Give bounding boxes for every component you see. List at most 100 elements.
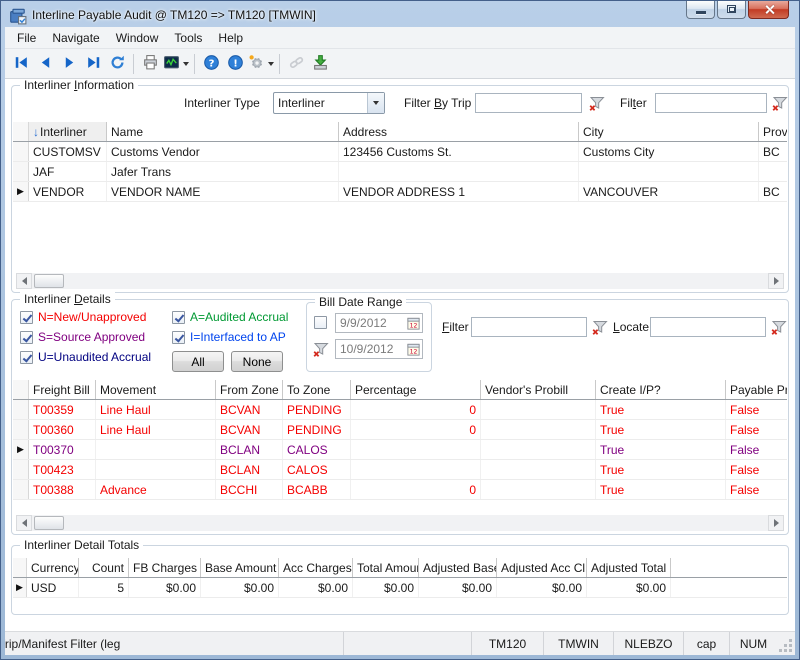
column-header-adjusted-base[interactable]: Adjusted Base (419, 558, 497, 577)
info-filter-input[interactable] (655, 93, 767, 113)
first-record-button[interactable] (9, 52, 33, 76)
column-header-to-zone[interactable]: To Zone (283, 380, 351, 399)
cell: T00359 (29, 400, 96, 419)
scroll-thumb[interactable] (34, 274, 64, 288)
column-header-currency[interactable]: Currency (27, 558, 79, 577)
refresh-button[interactable] (105, 52, 129, 76)
dropdown-caret-icon[interactable] (268, 62, 274, 66)
table-row[interactable]: JAFJafer Trans (13, 162, 787, 182)
details-filter-funnel-icon[interactable] (591, 319, 610, 336)
menu-window[interactable]: Window (108, 29, 167, 47)
column-header-movement[interactable]: Movement (96, 380, 216, 399)
column-header-vendor-s-probill[interactable]: Vendor's Probill (481, 380, 596, 399)
bill-date-to-field[interactable]: 10/9/2012 12 (335, 339, 423, 359)
monitor-button[interactable] (162, 52, 190, 76)
table-row[interactable]: ▶USD5$0.00$0.00$0.00$0.00$0.00$0.00$0.00 (13, 578, 787, 598)
bill-date-from-field[interactable]: 9/9/2012 12 (335, 313, 423, 333)
menu-file[interactable]: File (9, 29, 44, 47)
about-button[interactable]: ! (223, 52, 247, 76)
column-header-acc-charges[interactable]: Acc Charges (279, 558, 353, 577)
import-button[interactable] (308, 52, 332, 76)
table-row[interactable]: T00388AdvanceBCCHIBCABB0TrueFalse (13, 480, 787, 500)
next-record-button[interactable] (57, 52, 81, 76)
calendar-icon[interactable]: 12 (404, 340, 422, 358)
cell: 5 (79, 578, 129, 597)
legend-checkbox-u[interactable]: U=Unaudited Accrual (20, 350, 151, 364)
minimize-button[interactable] (686, 1, 715, 19)
all-button[interactable]: All (172, 351, 224, 372)
menu-help[interactable]: Help (210, 29, 251, 47)
column-header-prov[interactable]: Prov (759, 122, 787, 141)
checkbox-icon[interactable] (20, 311, 33, 324)
settings-button[interactable] (247, 52, 275, 76)
checkbox-icon[interactable] (172, 331, 185, 344)
column-header-percentage[interactable]: Percentage (351, 380, 481, 399)
column-header-fb-charges[interactable]: FB Charges (129, 558, 201, 577)
column-header-payable-pro[interactable]: Payable Pro (726, 380, 787, 399)
restore-button[interactable] (717, 1, 746, 19)
locate-funnel-icon[interactable] (770, 319, 789, 336)
menu-navigate[interactable]: Navigate (44, 29, 107, 47)
interliner-type-select[interactable]: Interliner (273, 92, 385, 114)
legend-checkbox-n[interactable]: N=New/Unapproved (20, 310, 146, 324)
locate-input[interactable] (650, 317, 766, 337)
column-header-total-amoun[interactable]: Total Amoun (353, 558, 419, 577)
details-filter-input[interactable] (471, 317, 587, 337)
dropdown-caret-icon[interactable] (183, 62, 189, 66)
calendar-icon[interactable]: 12 (404, 314, 422, 332)
column-header-base-amount[interactable]: Base Amount (201, 558, 279, 577)
resize-grip[interactable] (777, 632, 795, 655)
info-grid-hscrollbar[interactable] (16, 273, 784, 289)
column-header-interliner[interactable]: ↓Interliner (29, 122, 107, 141)
none-button[interactable]: None (231, 351, 283, 372)
filter-by-trip-input[interactable] (475, 93, 582, 113)
column-header-name[interactable]: Name (107, 122, 339, 141)
info-filter-funnel-icon[interactable] (771, 95, 790, 112)
bill-date-funnel-icon[interactable] (312, 341, 331, 358)
checkbox-icon[interactable] (172, 311, 185, 324)
column-header-adjusted-total[interactable]: Adjusted Total (587, 558, 671, 577)
last-record-icon (85, 54, 102, 74)
table-row[interactable]: T00423BCLANCALOSTrueFalse (13, 460, 787, 480)
scroll-left-icon[interactable] (16, 273, 32, 289)
cell: BCVAN (216, 420, 283, 439)
scroll-right-icon[interactable] (768, 515, 784, 531)
legend-checkbox-s[interactable]: S=Source Approved (20, 330, 145, 344)
combo-dropdown-icon[interactable] (367, 93, 384, 113)
legend-checkbox-i[interactable]: I=Interfaced to AP (172, 330, 286, 344)
column-header-freight-bill[interactable]: Freight Bill (29, 380, 96, 399)
cell: PENDING (283, 400, 351, 419)
table-row[interactable]: T00359Line HaulBCVANPENDING0TrueFalse (13, 400, 787, 420)
checkbox-icon[interactable] (20, 351, 33, 364)
filter-by-trip-funnel-icon[interactable] (588, 95, 607, 112)
table-row[interactable]: ▶T00370BCLANCALOSTrueFalse (13, 440, 787, 460)
menu-tools[interactable]: Tools (166, 29, 210, 47)
column-header-address[interactable]: Address (339, 122, 579, 141)
help-icon: ? (203, 54, 220, 74)
details-grid-hscrollbar[interactable] (16, 515, 784, 531)
help-button[interactable]: ? (199, 52, 223, 76)
checkbox-icon[interactable] (20, 331, 33, 344)
window-icon[interactable] (9, 7, 27, 23)
column-header-count[interactable]: Count (79, 558, 129, 577)
legend-checkbox-a[interactable]: A=Audited Accrual (172, 310, 288, 324)
column-header-create-i-p-[interactable]: Create I/P? (596, 380, 726, 399)
table-row[interactable]: T00360Line HaulBCVANPENDING0TrueFalse (13, 420, 787, 440)
legend-label: S=Source Approved (38, 330, 145, 344)
scroll-thumb[interactable] (34, 516, 64, 530)
filter-by-trip-label: Filter By Trip (404, 96, 471, 110)
table-row[interactable]: CUSTOMSVCustoms Vendor123456 Customs St.… (13, 142, 787, 162)
previous-record-button[interactable] (33, 52, 57, 76)
column-header-adjusted-acc-cl[interactable]: Adjusted Acc Cl (497, 558, 587, 577)
scroll-right-icon[interactable] (768, 273, 784, 289)
last-record-button[interactable] (81, 52, 105, 76)
close-button[interactable] (748, 1, 789, 19)
print-button[interactable] (138, 52, 162, 76)
row-marker-cell (13, 162, 29, 181)
table-row[interactable]: ▶VENDORVENDOR NAMEVENDOR ADDRESS 1VANCOU… (13, 182, 787, 202)
column-header-from-zone[interactable]: From Zone (216, 380, 283, 399)
row-marker-cell (13, 460, 29, 479)
column-header-city[interactable]: City (579, 122, 759, 141)
scroll-left-icon[interactable] (16, 515, 32, 531)
bill-date-range-checkbox[interactable] (314, 316, 327, 329)
